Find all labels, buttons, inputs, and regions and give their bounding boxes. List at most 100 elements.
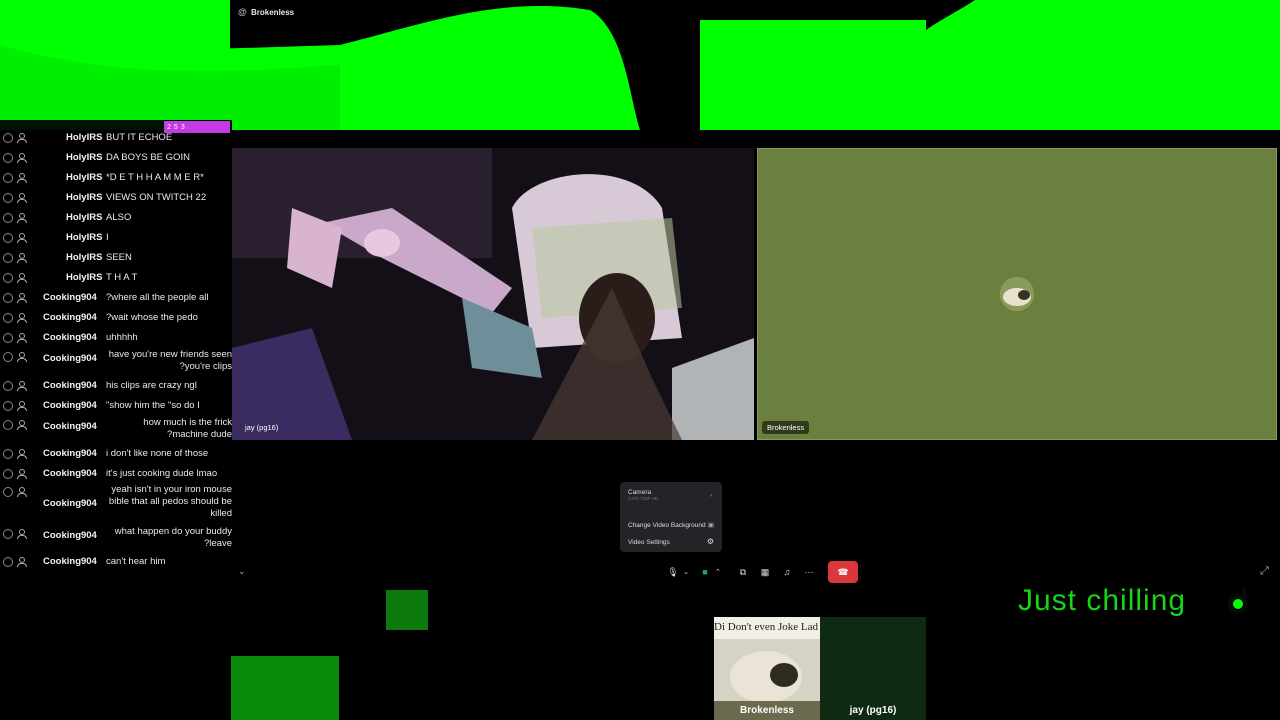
background-label: Change Video Background: [628, 522, 706, 529]
chat-message: what happen do your buddy: [114, 526, 232, 537]
chat-username[interactable]: Cooking904: [43, 468, 97, 479]
camera-icon: ■: [702, 567, 708, 577]
camera-label: Camera: [628, 489, 652, 496]
chat-username[interactable]: Cooking904: [43, 448, 97, 459]
chat-message: ?you're clips: [179, 361, 232, 372]
camera-device: C270 720P HD: [628, 496, 659, 501]
phone-icon: ☎: [837, 566, 849, 577]
expand-icon[interactable]: ⤢: [1260, 565, 1269, 578]
user-icon: [16, 233, 27, 243]
chat-username[interactable]: Cooking904: [43, 421, 97, 432]
call-controls: 🎙 ⌄ ■ ⌃ ⧉ ▦ ♫ ⋯ ☎: [660, 561, 860, 583]
chat-message: BUT IT ECHOE: [106, 132, 173, 143]
activities-button[interactable]: ▦: [758, 561, 772, 583]
chevron-right-icon: ›: [709, 492, 712, 499]
chat-username[interactable]: HolyIRS: [66, 252, 102, 263]
channel-title: Brokenless: [251, 8, 295, 17]
chat-username[interactable]: HolyIRS: [66, 212, 102, 223]
chat-username[interactable]: Cooking904: [43, 292, 97, 303]
soundboard-button[interactable]: ♫: [780, 561, 794, 583]
user-icon: [16, 293, 27, 303]
user-icon: [16, 381, 27, 391]
chat-username[interactable]: Cooking904: [43, 332, 97, 343]
user-icon: [16, 469, 27, 479]
user-icon: [16, 420, 27, 430]
chat-username[interactable]: Cooking904: [43, 312, 97, 323]
chat-username[interactable]: HolyIRS: [66, 232, 102, 243]
badge-youtube: 5: [173, 123, 178, 131]
user-icon: [16, 401, 27, 411]
chat-message: it's just cooking dude lmao: [106, 468, 218, 479]
more-icon: ⋯: [804, 566, 814, 577]
chat-message: bible that all pedos should be: [108, 496, 232, 507]
platform-icon: [3, 153, 13, 163]
chat-username[interactable]: HolyIRS: [66, 152, 102, 163]
chat-username[interactable]: Cooking904: [43, 530, 97, 541]
tile-label-jay: jay (pg16): [245, 423, 279, 432]
platform-icon: [3, 381, 13, 391]
user-icon: [16, 273, 27, 283]
chat-username[interactable]: HolyIRS: [66, 192, 102, 203]
user-icon: [16, 193, 27, 203]
chat-username[interactable]: HolyIRS: [66, 172, 102, 183]
soundboard-icon: ♫: [783, 567, 791, 577]
chat-username[interactable]: HolyIRS: [66, 132, 102, 143]
chat-message: I: [106, 232, 109, 243]
activities-icon: ▦: [760, 566, 770, 577]
chat-username[interactable]: Cooking904: [43, 353, 97, 364]
chevron-down-icon[interactable]: ⌄: [238, 566, 246, 577]
chat-message: uhhhhh: [106, 332, 138, 343]
user-icon: [16, 529, 27, 539]
chat-username[interactable]: Cooking904: [43, 400, 97, 411]
chat-message: how much is the frick: [143, 417, 232, 428]
badge-play: 2: [167, 123, 171, 131]
thumb-name-brokenless: Brokenless: [740, 705, 794, 716]
chat-username[interactable]: Cooking904: [43, 556, 97, 567]
chat-message: ?leave: [204, 538, 232, 549]
chat-message: i don't like none of those: [106, 448, 209, 459]
platform-icon: [3, 213, 13, 223]
chat-message: his clips are crazy ngl: [106, 380, 197, 391]
chat-message: ?machine dude: [167, 429, 232, 440]
platform-icon: [3, 293, 13, 303]
user-icon: [16, 333, 27, 343]
chat-message: DA BOYS BE GOIN: [106, 152, 190, 163]
thumbnail-jay[interactable]: jay (pg16): [820, 617, 926, 720]
thumbnail-brokenless[interactable]: Di Don't even Joke Lad Brokenless: [714, 617, 820, 720]
screenshare-button[interactable]: ⧉: [736, 561, 750, 583]
thumb-caption: Di Don't even Joke Lad: [714, 621, 819, 633]
platform-icon: [3, 352, 13, 362]
user-icon: [16, 153, 27, 163]
platform-icon: [3, 529, 13, 539]
video-tile-jay[interactable]: jay (pg16): [232, 148, 754, 440]
more-button[interactable]: ⋯: [802, 561, 816, 583]
chat-message: can't hear him: [106, 556, 166, 567]
background-icon: ▣: [707, 522, 714, 529]
status-text: Just chilling: [1018, 584, 1187, 617]
chat-message: SEEN: [106, 252, 132, 263]
chat-username[interactable]: HolyIRS: [66, 272, 102, 283]
menu-item-background[interactable]: Change Video Background ▣: [628, 522, 716, 529]
mic-button[interactable]: 🎙: [666, 561, 680, 583]
hangup-button[interactable]: ☎: [828, 561, 858, 583]
chat-username[interactable]: Cooking904: [43, 380, 97, 391]
platform-icon: [3, 313, 13, 323]
user-icon: [16, 449, 27, 459]
video-tile-brokenless[interactable]: Brokenless: [757, 148, 1277, 440]
camera-button[interactable]: ■: [698, 561, 712, 583]
chat-message: ?where all the people all: [106, 292, 209, 303]
chat-badges: 2 5 3: [164, 121, 230, 133]
user-icon: [16, 313, 27, 323]
user-icon: [16, 173, 27, 183]
camera-options-button[interactable]: ⌃: [713, 561, 723, 583]
mic-options-button[interactable]: ⌄: [681, 561, 691, 583]
menu-item-camera[interactable]: Camera C270 720P HD ›: [628, 489, 716, 501]
user-icon: [16, 487, 27, 497]
chevron-down-icon: ⌄: [683, 569, 689, 576]
chat-username[interactable]: Cooking904: [43, 498, 97, 509]
menu-item-video-settings[interactable]: Video Settings ⚙: [628, 537, 716, 546]
platform-icon: [3, 557, 13, 567]
user-icon: [16, 213, 27, 223]
ok-hand-icon: [1228, 588, 1248, 614]
platform-icon: [3, 449, 13, 459]
